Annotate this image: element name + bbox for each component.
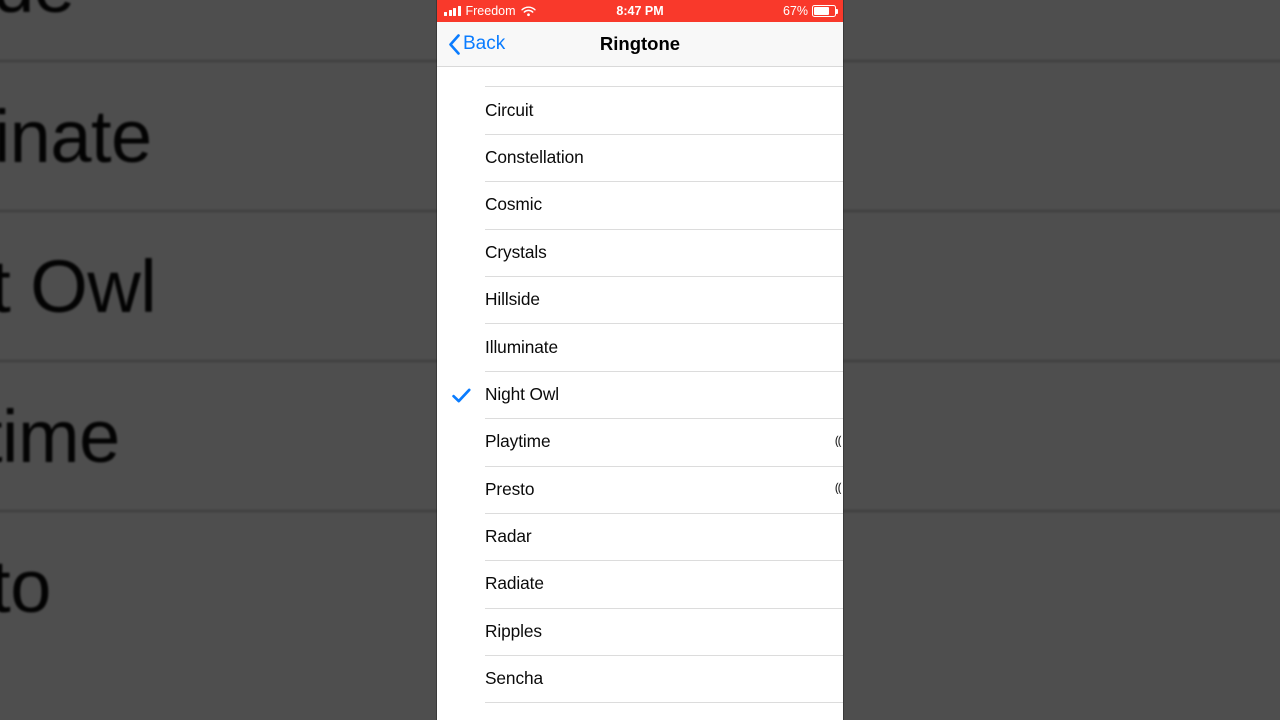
row-separator	[485, 181, 843, 183]
checkmark-slot	[437, 299, 485, 300]
checkmark-slot	[437, 204, 485, 205]
ringtone-label: Playtime	[485, 431, 551, 452]
row-separator	[485, 133, 843, 135]
checkmark-slot	[437, 631, 485, 632]
checkmark-slot	[437, 347, 485, 348]
checkmark-slot	[437, 157, 485, 158]
checkmark-slot	[437, 489, 485, 490]
ringtone-row-next-partial[interactable]	[437, 702, 843, 720]
checkmark-slot	[437, 583, 485, 584]
ringtone-label: Constellation	[485, 146, 584, 167]
row-separator	[485, 607, 843, 609]
screen-root: ✓ Crystals ✓ Hillside ✓ Illuminate ✓ Nig…	[0, 0, 1280, 720]
row-separator	[485, 560, 843, 562]
row-separator	[485, 86, 843, 88]
checkmark-slot	[437, 252, 485, 253]
table-row[interactable]: Constellation	[437, 133, 843, 182]
battery-icon	[812, 5, 839, 17]
table-row[interactable]: Sencha	[437, 655, 843, 703]
table-row[interactable]: Playtime ⸨	[437, 418, 843, 466]
checkmark-slot	[437, 110, 485, 111]
ringtone-label: Cosmic	[485, 194, 543, 215]
ringtone-label: Crystals	[485, 241, 547, 262]
battery-percent-label: 67%	[782, 4, 808, 18]
ringtone-label: Radiate	[485, 573, 544, 594]
checkmark-slot	[437, 441, 485, 442]
chevron-left-icon	[448, 33, 461, 55]
navigation-bar: Back Ringtone	[437, 22, 843, 67]
checkmark-slot	[437, 678, 485, 679]
row-separator	[485, 702, 843, 704]
wifi-icon	[520, 5, 536, 17]
phone-screen-panel: Freedom 8:47 PM 67% Back Ringtone Circui…	[437, 0, 843, 720]
carrier-label: Freedom	[465, 4, 516, 18]
row-separator	[485, 275, 843, 277]
ringtone-label: Circuit	[485, 99, 534, 120]
table-row[interactable]: Radar	[437, 512, 843, 561]
row-separator	[485, 228, 843, 230]
row-separator	[485, 655, 843, 657]
table-row[interactable]: Crystals	[437, 228, 843, 276]
ringtone-label: Sencha	[485, 668, 544, 689]
row-edge-clipped-icon: ⸨	[835, 481, 842, 497]
row-separator	[485, 323, 843, 325]
row-separator	[485, 512, 843, 514]
row-separator	[485, 418, 843, 420]
table-row[interactable]: Presto ⸨	[437, 465, 843, 513]
checkmark-icon	[437, 384, 485, 405]
table-row[interactable]: Circuit	[437, 86, 843, 134]
ringtone-label: Hillside	[485, 289, 540, 310]
ringtone-label: Illuminate	[485, 336, 558, 357]
table-row[interactable]: Hillside	[437, 275, 843, 324]
row-separator	[485, 370, 843, 372]
status-bar-left: Freedom	[444, 4, 536, 18]
table-row[interactable]: Illuminate	[437, 323, 843, 371]
table-row-selected[interactable]: Night Owl	[437, 370, 843, 419]
ringtone-label: Presto	[485, 478, 535, 499]
status-bar: Freedom 8:47 PM 67%	[437, 0, 843, 22]
table-row[interactable]: Cosmic	[437, 181, 843, 229]
row-edge-clipped-icon: ⸨	[835, 433, 842, 449]
checkmark-slot	[437, 536, 485, 537]
ringtone-row-previous-partial[interactable]	[437, 67, 843, 87]
ringtone-label: Ripples	[485, 620, 542, 641]
status-bar-right: 67%	[782, 4, 839, 18]
ringtone-list[interactable]: Circuit Constellation Cosmic Crystals Hi…	[437, 67, 843, 720]
ringtone-label: Night Owl	[485, 383, 560, 404]
ringtone-list-inner: Circuit Constellation Cosmic Crystals Hi…	[437, 67, 843, 720]
back-button[interactable]: Back	[437, 33, 505, 55]
cellular-signal-icon	[444, 6, 461, 16]
back-button-label: Back	[463, 33, 506, 54]
table-row[interactable]: Radiate	[437, 560, 843, 608]
table-row[interactable]: Ripples	[437, 607, 843, 656]
ringtone-label: Radar	[485, 526, 532, 547]
row-separator	[485, 465, 843, 467]
